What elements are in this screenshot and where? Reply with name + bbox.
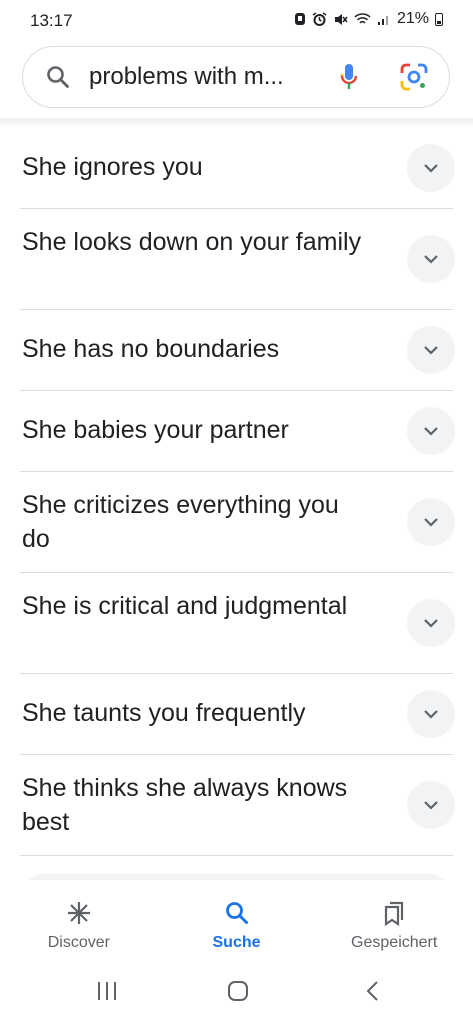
bottom-nav: Discover Suche Gespeichert — [0, 880, 473, 958]
nav-label: Gespeichert — [351, 934, 438, 951]
faq-question: She has no boundaries — [22, 335, 280, 363]
faq-question: She is critical and judgmental — [22, 592, 348, 620]
nav-label: Discover — [47, 934, 110, 951]
battery-percent: 21% — [396, 10, 429, 27]
faq-question: She looks down on your family — [22, 228, 362, 256]
chevron-down-icon — [424, 518, 438, 527]
faq-item[interactable]: She taunts you frequently — [20, 674, 455, 755]
faq-question: She criticizes everything you do — [22, 491, 339, 553]
expand-button[interactable] — [407, 690, 455, 738]
wifi-icon — [354, 13, 371, 24]
faq-item[interactable]: She is critical and judgmental — [20, 573, 455, 674]
faq-item[interactable]: She babies your partner — [20, 391, 455, 472]
search-bar[interactable]: problems with m... — [22, 46, 450, 108]
chevron-down-icon — [424, 346, 438, 355]
nav-search[interactable]: Suche — [158, 880, 316, 958]
faq-question: She babies your partner — [22, 416, 289, 444]
bookmarks-icon — [385, 901, 404, 926]
faq-question: She thinks she always knows best — [22, 774, 348, 836]
status-icons: 21% — [294, 10, 443, 28]
system-nav-bar — [0, 958, 473, 1024]
chevron-down-icon — [424, 255, 438, 264]
faq-item[interactable]: She thinks she always knows best — [20, 755, 455, 856]
home-icon[interactable] — [227, 980, 249, 1002]
faq-item[interactable]: She criticizes everything you do — [20, 472, 455, 573]
status-time: 13:17 — [30, 11, 73, 30]
expand-button[interactable] — [407, 235, 455, 283]
expand-button[interactable] — [407, 407, 455, 455]
nav-saved[interactable]: Gespeichert — [315, 880, 473, 958]
status-bar: 13:17 21% — [0, 0, 473, 44]
mute-icon — [334, 13, 348, 25]
expand-button[interactable] — [407, 326, 455, 374]
faq-item[interactable]: She looks down on your family — [20, 209, 455, 310]
faq-question: She taunts you frequently — [22, 699, 306, 727]
expand-button[interactable] — [407, 498, 455, 546]
chevron-down-icon — [424, 164, 438, 173]
recent-apps-icon[interactable] — [96, 980, 118, 1002]
faq-item[interactable]: She has no boundaries — [20, 310, 455, 391]
lens-icon[interactable] — [399, 62, 429, 92]
expand-button[interactable] — [407, 144, 455, 192]
divider-shadow — [0, 118, 473, 128]
chevron-down-icon — [424, 427, 438, 436]
expand-button[interactable] — [407, 781, 455, 829]
chevron-down-icon — [424, 619, 438, 628]
signal-icon — [377, 16, 388, 25]
search-query[interactable]: problems with m... — [89, 63, 284, 91]
faq-list: She ignores you She looks down on your f… — [0, 128, 473, 856]
expand-button[interactable] — [407, 599, 455, 647]
nav-label: Suche — [212, 934, 261, 951]
mic-icon[interactable] — [339, 62, 359, 94]
chevron-down-icon — [424, 710, 438, 719]
notification-icon — [294, 13, 305, 25]
faq-item[interactable]: She ignores you — [20, 128, 455, 209]
back-icon[interactable] — [362, 980, 384, 1002]
asterisk-icon — [67, 902, 90, 924]
search-icon — [47, 66, 69, 88]
alarm-icon — [312, 11, 327, 26]
battery-icon — [435, 12, 443, 26]
search-icon — [225, 902, 248, 924]
faq-question: She ignores you — [22, 153, 203, 181]
nav-discover[interactable]: Discover — [0, 880, 158, 958]
chevron-down-icon — [424, 801, 438, 810]
